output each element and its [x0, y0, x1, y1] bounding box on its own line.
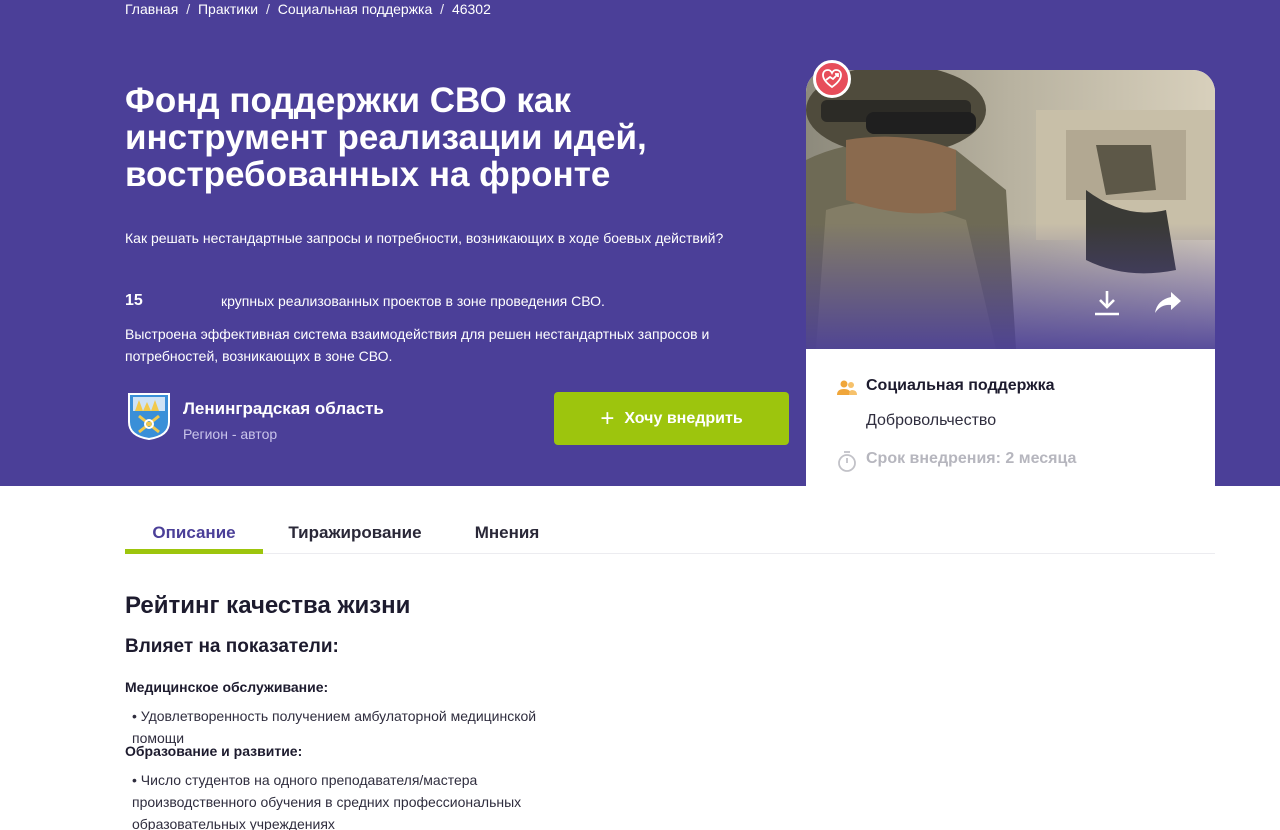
practice-description: Выстроена эффективная система взаимодейс…: [125, 326, 710, 364]
indicator-category-title: Образование и развитие:: [125, 743, 303, 759]
tab-description[interactable]: Описание: [125, 512, 263, 554]
download-icon[interactable]: [1090, 286, 1124, 320]
tab-label: Мнения: [474, 523, 540, 542]
breadcrumb-practices[interactable]: Практики: [198, 1, 258, 17]
stat-number: 15: [125, 292, 143, 309]
plus-icon: +: [600, 404, 615, 432]
tab-label: Тиражирование: [288, 523, 422, 542]
practice-card: Социальная поддержка Добровольчество Сро…: [806, 70, 1215, 500]
breadcrumb-separator: /: [186, 1, 191, 17]
author-role: Регион - автор: [183, 426, 278, 442]
indicators-heading: Влияет на показатели:: [125, 636, 339, 657]
page-subtitle: Как решать нестандартные запросы и потре…: [125, 230, 724, 246]
breadcrumb-id: 46302: [451, 1, 491, 17]
share-icon[interactable]: [1151, 286, 1185, 320]
breadcrumb-home[interactable]: Главная: [125, 1, 178, 17]
heart-trend-icon: [813, 60, 851, 98]
category-label: Социальная поддержка: [866, 377, 1055, 394]
breadcrumb: Главная / Практики / Социальная поддержк…: [125, 1, 495, 17]
breadcrumb-category[interactable]: Социальная поддержка: [278, 1, 433, 17]
coat-of-arms-icon: [128, 393, 170, 440]
active-tab-indicator: [125, 549, 263, 554]
implement-button[interactable]: + Хочу внедрить: [554, 392, 789, 445]
subcategory-label: Добровольчество: [866, 412, 997, 429]
author-block: Ленинградская область Регион - автор: [125, 390, 545, 442]
author-name[interactable]: Ленинградская область: [183, 399, 384, 419]
implement-button-label: Хочу внедрить: [624, 409, 743, 427]
implementation-term: Срок внедрения: 2 месяца: [866, 450, 1077, 467]
rating-heading: Рейтинг качества жизни: [125, 592, 411, 619]
stopwatch-icon: [838, 451, 856, 472]
page-title: Фонд поддержки СВО как инструмент реализ…: [125, 81, 647, 194]
breadcrumb-separator: /: [265, 1, 270, 17]
indicator-category-title: Медицинское обслуживание:: [125, 679, 329, 695]
category-row: Социальная поддержка: [836, 377, 1055, 395]
term-row: Срок внедрения: 2 месяца: [836, 450, 1077, 472]
stat-text: крупных реализованных проектов в зоне пр…: [221, 293, 605, 309]
tab-label: Описание: [152, 523, 236, 542]
indicator-item: • Число студентов на одного преподавател…: [132, 772, 522, 830]
tab-opinions[interactable]: Мнения: [465, 512, 549, 554]
tab-bar: Описание Тиражирование Мнения: [125, 512, 1215, 554]
breadcrumb-separator: /: [440, 1, 445, 17]
tab-replication[interactable]: Тиражирование: [283, 512, 427, 554]
people-icon: [837, 380, 857, 395]
